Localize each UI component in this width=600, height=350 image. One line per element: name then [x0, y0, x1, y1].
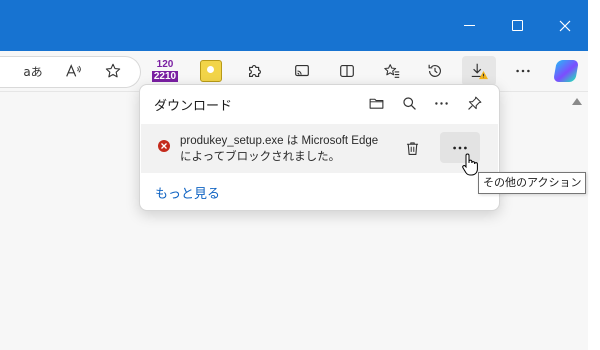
read-aloud-button[interactable] [58, 56, 88, 86]
downloads-button[interactable] [462, 56, 496, 86]
close-button[interactable] [542, 0, 588, 51]
error-icon [158, 140, 170, 152]
folder-icon [369, 98, 383, 109]
counter-top-value: 120 [156, 59, 174, 70]
minimize-button[interactable] [446, 0, 492, 51]
favorites-button[interactable] [377, 56, 407, 86]
more-horizontal-icon [516, 69, 530, 73]
immersive-reader-button[interactable]: aあ [18, 56, 48, 86]
maximize-button[interactable] [494, 0, 540, 51]
download-warning-icon [471, 63, 488, 80]
split-screen-button[interactable] [332, 56, 362, 86]
history-button[interactable] [420, 56, 450, 86]
more-horizontal-icon [434, 101, 448, 105]
search-icon [402, 96, 416, 110]
settings-more-button[interactable] [508, 56, 538, 86]
trash-icon [406, 141, 418, 155]
puzzle-icon [249, 65, 261, 77]
read-aloud-icon [66, 64, 81, 77]
pin-flyout-button[interactable] [460, 89, 488, 117]
more-options-button[interactable] [427, 89, 455, 117]
minimize-icon [463, 25, 475, 26]
star-icon [105, 63, 121, 78]
see-more-link[interactable]: もっと見る [155, 183, 220, 202]
cast-icon [295, 65, 309, 77]
favorites-icon [384, 64, 400, 78]
favorite-star-button[interactable] [98, 56, 128, 86]
title-bar [0, 0, 588, 51]
search-downloads-button[interactable] [395, 89, 423, 117]
cast-button[interactable] [287, 56, 317, 86]
scroll-up-arrow-icon[interactable] [572, 98, 582, 105]
extension-counter-button[interactable]: 120 2210 [150, 56, 180, 86]
split-screen-icon [340, 65, 354, 77]
copilot-button[interactable] [551, 56, 581, 86]
history-icon [428, 64, 441, 77]
open-downloads-folder-button[interactable] [362, 89, 390, 117]
immersive-reader-label: aあ [23, 64, 43, 79]
tooltip: その他のアクション [478, 172, 587, 194]
close-icon [559, 20, 571, 31]
counter-bottom-value: 2210 [151, 71, 179, 82]
download-item-text: produkey_setup.exe は Microsoft Edge によって… [180, 135, 379, 163]
copilot-icon [553, 60, 579, 82]
download-item[interactable]: produkey_setup.exe は Microsoft Edge によって… [141, 124, 498, 173]
maximize-icon [511, 20, 523, 31]
hand-cursor-icon [462, 153, 478, 176]
flyout-title: ダウンロード [154, 99, 233, 114]
delete-download-button[interactable] [398, 134, 426, 162]
desktop-background [588, 0, 600, 350]
scrollbar[interactable] [566, 92, 588, 350]
pin-icon [467, 96, 481, 110]
downloads-flyout: ダウンロード produkey_setup.exe は Microsoft Ed… [139, 84, 500, 211]
extension-icon [200, 60, 222, 82]
extension-button[interactable] [196, 56, 226, 86]
counter-extension-icon: 120 2210 [151, 58, 179, 84]
extensions-button[interactable] [240, 56, 270, 86]
